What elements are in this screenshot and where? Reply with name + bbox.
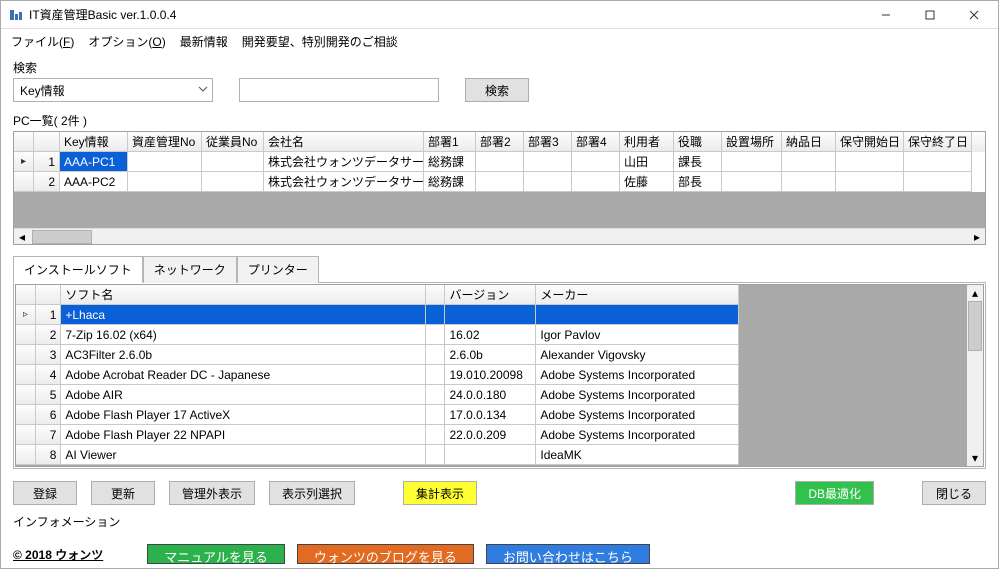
col-d1[interactable]: 部署1 bbox=[424, 132, 476, 152]
scroll-thumb[interactable] bbox=[32, 230, 92, 244]
menu-bar: ファイル(F) オプション(O) 最新情報 開発要望、特別開発のご相談 bbox=[1, 29, 998, 53]
information-label: インフォメーション bbox=[13, 511, 986, 532]
search-button[interactable]: 検索 bbox=[465, 78, 529, 102]
software-grid[interactable]: ソフト名 バージョン メーカー ▹1+Lhaca27-Zip 16.02 (x6… bbox=[15, 284, 984, 467]
software-row[interactable]: 6Adobe Flash Player 17 ActiveX17.0.0.134… bbox=[16, 405, 739, 425]
col-deliv[interactable]: 納品日 bbox=[782, 132, 836, 152]
col-loc[interactable]: 設置場所 bbox=[722, 132, 782, 152]
col-version[interactable]: バージョン bbox=[445, 285, 536, 305]
col-company[interactable]: 会社名 bbox=[264, 132, 424, 152]
tab-printer[interactable]: プリンター bbox=[237, 256, 319, 283]
exclude-button[interactable]: 管理外表示 bbox=[169, 481, 255, 505]
col-d3[interactable]: 部署3 bbox=[524, 132, 572, 152]
col-asset[interactable]: 資産管理No bbox=[128, 132, 202, 152]
scroll-down-icon[interactable]: ▾ bbox=[967, 450, 983, 466]
pc-grid-hscroll[interactable]: ◂ ▸ bbox=[14, 228, 985, 244]
col-maker[interactable]: メーカー bbox=[536, 285, 739, 305]
column-select-button[interactable]: 表示列選択 bbox=[269, 481, 355, 505]
software-row[interactable]: 7Adobe Flash Player 22 NPAPI22.0.0.209Ad… bbox=[16, 425, 739, 445]
contact-link-button[interactable]: お問い合わせはこちら bbox=[486, 544, 650, 564]
pc-list-title: PC一覧( 2件 ) bbox=[13, 110, 986, 131]
menu-request[interactable]: 開発要望、特別開発のご相談 bbox=[242, 33, 398, 50]
col-d2[interactable]: 部署2 bbox=[476, 132, 524, 152]
menu-file[interactable]: ファイル(F) bbox=[11, 33, 74, 50]
copyright-link[interactable]: © 2018 ウォンツ bbox=[13, 546, 103, 563]
software-row[interactable]: 5Adobe AIR24.0.0.180Adobe Systems Incorp… bbox=[16, 385, 739, 405]
tab-network[interactable]: ネットワーク bbox=[143, 256, 237, 283]
tab-installed-software[interactable]: インストールソフト bbox=[13, 256, 143, 283]
software-row[interactable]: 3AC3Filter 2.6.0b2.6.0bAlexander Vigovsk… bbox=[16, 345, 739, 365]
software-row[interactable]: 4Adobe Acrobat Reader DC - Japanese19.01… bbox=[16, 365, 739, 385]
scroll-up-icon[interactable]: ▴ bbox=[967, 285, 983, 301]
close-button[interactable]: 閉じる bbox=[922, 481, 986, 505]
col-key[interactable]: Key情報 bbox=[60, 132, 128, 152]
col-emp[interactable]: 従業員No bbox=[202, 132, 264, 152]
software-row[interactable]: 8AI ViewerIdeaMK bbox=[16, 445, 739, 465]
content-area: 検索 Key情報 検索 PC一覧( 2件 ) Key情報 資産管理No 従業員N… bbox=[1, 53, 998, 540]
chevron-down-icon bbox=[198, 83, 208, 97]
col-hs[interactable]: 保守開始日 bbox=[836, 132, 904, 152]
software-row[interactable]: 27-Zip 16.02 (x64)16.02Igor Pavlov bbox=[16, 325, 739, 345]
col-he[interactable]: 保守終了日 bbox=[904, 132, 972, 152]
close-window-button[interactable] bbox=[952, 2, 996, 28]
update-button[interactable]: 更新 bbox=[91, 481, 155, 505]
col-role[interactable]: 役職 bbox=[674, 132, 722, 152]
action-button-row: 登録 更新 管理外表示 表示列選択 集計表示 DB最適化 閉じる bbox=[13, 481, 986, 505]
tab-panel: ソフト名 バージョン メーカー ▹1+Lhaca27-Zip 16.02 (x6… bbox=[13, 282, 986, 469]
col-d4[interactable]: 部署4 bbox=[572, 132, 620, 152]
footer: © 2018 ウォンツ マニュアルを見る ウォンツのブログを見る お問い合わせは… bbox=[1, 540, 998, 568]
col-user[interactable]: 利用者 bbox=[620, 132, 674, 152]
manual-link-button[interactable]: マニュアルを見る bbox=[147, 544, 285, 564]
search-key-combo[interactable]: Key情報 bbox=[13, 78, 213, 102]
scroll-thumb[interactable] bbox=[968, 301, 982, 351]
app-icon bbox=[9, 8, 23, 22]
register-button[interactable]: 登録 bbox=[13, 481, 77, 505]
pc-list-grid[interactable]: Key情報 資産管理No 従業員No 会社名 部署1 部署2 部署3 部署4 利… bbox=[13, 131, 986, 245]
software-vscroll[interactable]: ▴ ▾ bbox=[967, 285, 983, 466]
blog-link-button[interactable]: ウォンツのブログを見る bbox=[297, 544, 474, 564]
scroll-left-icon[interactable]: ◂ bbox=[14, 230, 30, 244]
window-title: IT資産管理Basic ver.1.0.0.4 bbox=[29, 6, 864, 23]
search-label: 検索 bbox=[13, 57, 986, 78]
titlebar: IT資産管理Basic ver.1.0.0.4 bbox=[1, 1, 998, 29]
search-key-value: Key情報 bbox=[20, 82, 65, 99]
pc-row[interactable]: ▸ 1 AAA-PC1 株式会社ウォンツデータサービス 総務課 山田 課長 bbox=[14, 152, 985, 172]
menu-latest[interactable]: 最新情報 bbox=[180, 33, 228, 50]
detail-tabs: インストールソフト ネットワーク プリンター bbox=[13, 255, 986, 282]
col-soft-name[interactable]: ソフト名 bbox=[61, 285, 426, 305]
current-row-marker: ▸ bbox=[14, 152, 34, 172]
db-optimize-button[interactable]: DB最適化 bbox=[795, 481, 874, 505]
menu-option[interactable]: オプション(O) bbox=[88, 33, 165, 50]
pc-grid-header: Key情報 資産管理No 従業員No 会社名 部署1 部署2 部署3 部署4 利… bbox=[14, 132, 985, 152]
search-row: Key情報 検索 bbox=[13, 78, 986, 102]
summary-button[interactable]: 集計表示 bbox=[403, 481, 477, 505]
software-row[interactable]: ▹1+Lhaca bbox=[16, 305, 739, 325]
search-input[interactable] bbox=[239, 78, 439, 102]
pc-row[interactable]: 2 AAA-PC2 株式会社ウォンツデータサービス 総務課 佐藤 部長 bbox=[14, 172, 985, 192]
minimize-button[interactable] bbox=[864, 2, 908, 28]
app-window: IT資産管理Basic ver.1.0.0.4 ファイル(F) オプション(O)… bbox=[0, 0, 999, 569]
maximize-button[interactable] bbox=[908, 2, 952, 28]
scroll-right-icon[interactable]: ▸ bbox=[969, 230, 985, 244]
